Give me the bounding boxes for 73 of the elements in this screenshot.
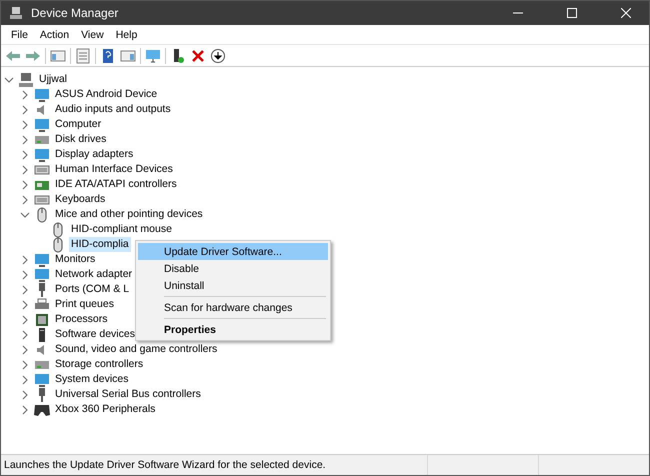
menu-item[interactable]: File xyxy=(5,28,34,40)
tree-item[interactable]: IDE ATA/ATAPI controllers xyxy=(53,177,179,192)
window-title: Device Manager xyxy=(31,6,120,20)
monitor-icon xyxy=(34,372,50,388)
tree-item[interactable]: Ujjwal xyxy=(37,72,70,87)
expand-icon[interactable] xyxy=(20,344,30,354)
monitor-icon xyxy=(34,266,50,282)
close-icon xyxy=(621,8,631,18)
expand-icon[interactable] xyxy=(20,314,30,324)
maximize-icon xyxy=(567,8,577,18)
monitor-icon xyxy=(34,146,50,162)
expand-icon[interactable] xyxy=(20,270,30,280)
status-text: Launches the Update Driver Software Wizard for the selected device. xyxy=(3,458,327,473)
monitor-icon xyxy=(34,252,50,268)
monitor-icon[interactable] xyxy=(145,48,161,64)
properties-icon[interactable] xyxy=(75,48,91,64)
tree-item[interactable]: Universal Serial Bus controllers xyxy=(53,387,203,402)
expand-icon[interactable] xyxy=(20,330,30,340)
tree-item[interactable]: Network adapter xyxy=(53,267,134,282)
expand-icon[interactable] xyxy=(20,104,30,114)
expand-icon[interactable] xyxy=(20,120,30,130)
tree-item[interactable]: Sound, video and game controllers xyxy=(53,342,220,357)
expand-icon[interactable] xyxy=(20,194,30,204)
monitor-icon xyxy=(34,116,50,132)
expand-icon[interactable] xyxy=(20,180,30,190)
tree-item[interactable]: ASUS Android Device xyxy=(53,87,160,102)
monitor-icon xyxy=(34,86,50,102)
expand-icon[interactable] xyxy=(20,360,30,370)
context-menu-item[interactable]: Properties xyxy=(138,321,328,338)
action-pane-icon[interactable] xyxy=(120,48,136,64)
expand-icon[interactable] xyxy=(20,284,30,294)
tree-item[interactable]: Keyboards xyxy=(53,192,108,207)
context-menu-item[interactable]: Disable xyxy=(138,260,328,277)
menu-item[interactable]: Action xyxy=(34,28,76,40)
collapse-icon[interactable] xyxy=(20,210,30,220)
chip-icon xyxy=(34,312,50,328)
expand-icon[interactable] xyxy=(20,134,30,144)
context-menu-item[interactable]: Uninstall xyxy=(138,277,328,294)
tree-item[interactable]: Display adapters xyxy=(53,147,136,162)
expand-icon[interactable] xyxy=(20,164,30,174)
tree-item[interactable]: Software devices xyxy=(53,327,137,342)
tree-item[interactable]: Ports (COM & L xyxy=(53,282,132,297)
computer-tree-icon xyxy=(18,72,34,88)
tree-item[interactable]: Disk drives xyxy=(53,132,108,147)
tree-item[interactable]: Computer xyxy=(53,117,104,132)
tree-item[interactable]: Print queues xyxy=(53,297,116,312)
expand-icon[interactable] xyxy=(20,300,30,310)
tree-item[interactable]: Processors xyxy=(53,312,110,327)
download-icon[interactable] xyxy=(210,48,226,64)
expand-icon[interactable] xyxy=(20,90,30,100)
expand-icon[interactable] xyxy=(20,390,30,400)
tree-item[interactable]: Xbox 360 Peripherals xyxy=(53,402,158,417)
tree-item[interactable]: Human Interface Devices xyxy=(53,162,175,177)
expand-icon[interactable] xyxy=(20,404,30,414)
tree-item[interactable]: Audio inputs and outputs xyxy=(53,102,173,117)
expand-icon[interactable] xyxy=(20,254,30,264)
collapse-icon[interactable] xyxy=(4,74,14,84)
app-icon xyxy=(9,6,23,20)
menu-item[interactable]: View xyxy=(75,28,110,40)
tree-item[interactable]: HID-compliant mouse xyxy=(69,222,174,237)
tree-item[interactable]: HID-complia xyxy=(69,237,131,252)
tree-item[interactable]: Monitors xyxy=(53,252,98,267)
context-menu-item[interactable]: Update Driver Software... xyxy=(138,243,328,260)
expand-icon[interactable] xyxy=(20,374,30,384)
expand-icon[interactable] xyxy=(20,150,30,160)
help-icon[interactable] xyxy=(100,48,116,64)
tree-item[interactable]: Storage controllers xyxy=(53,357,146,372)
context-menu-item[interactable]: Scan for hardware changes xyxy=(138,299,328,316)
tree-item[interactable]: System devices xyxy=(53,372,131,387)
menu-item[interactable]: Help xyxy=(110,28,144,40)
console-tree-icon[interactable] xyxy=(50,48,66,64)
remove-icon[interactable] xyxy=(190,48,206,64)
tree-item[interactable]: Mice and other pointing devices xyxy=(53,207,205,222)
